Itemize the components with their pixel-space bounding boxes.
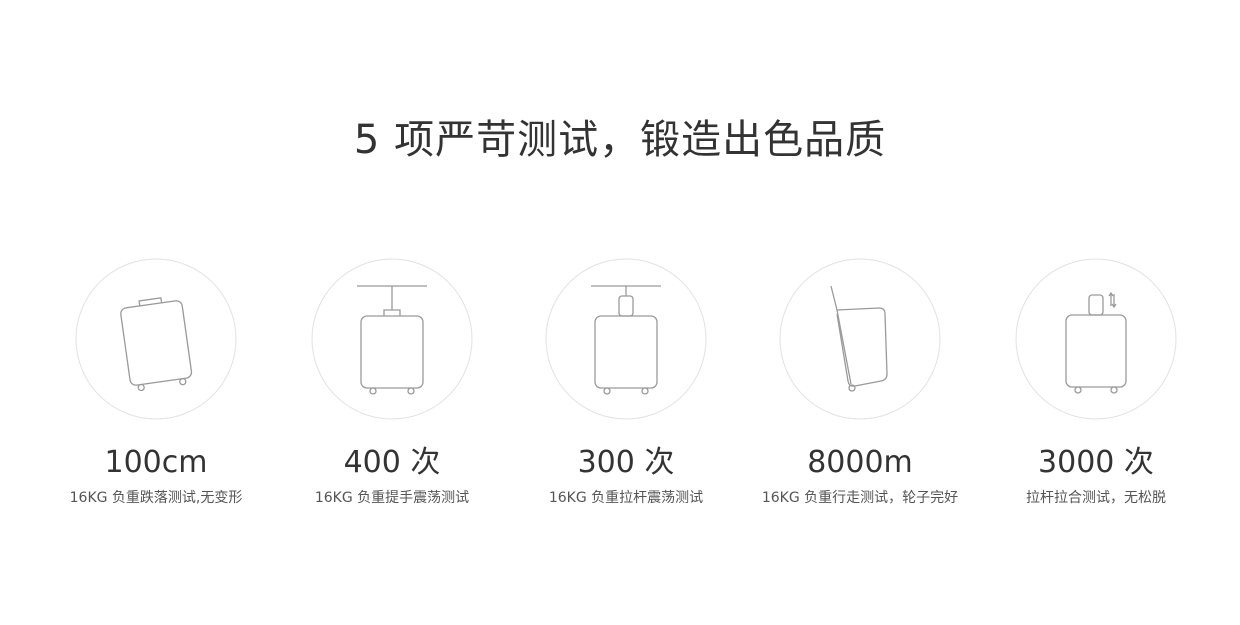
suitcase-trolley-hanging-icon	[545, 258, 707, 420]
feature-value: 3000 次	[1038, 445, 1154, 480]
suitcase-handle-hanging-icon	[311, 258, 473, 420]
feature-desc: 16KG 负重拉杆震荡测试	[548, 490, 704, 506]
feature-desc: 16KG 负重行走测试，轮子完好	[761, 490, 959, 506]
feature-value: 8000m	[807, 445, 913, 480]
feature-handle-test: 400 次 16KG 负重提手震荡测试	[272, 258, 512, 518]
tilted-suitcase-drop-icon	[75, 258, 237, 420]
feature-drop-test: 100cm 16KG 负重跌落测试,无变形	[36, 258, 276, 518]
feature-value: 300 次	[577, 445, 675, 480]
feature-desc: 16KG 负重提手震荡测试	[314, 490, 470, 506]
feature-trolley-test: 300 次 16KG 负重拉杆震荡测试	[506, 258, 746, 518]
feature-value: 100cm	[104, 445, 208, 480]
features-row: 100cm 16KG 负重跌落测试,无变形 400 次 16KG 负重提手震荡测…	[0, 258, 1240, 518]
feature-rolling-test: 8000m 16KG 负重行走测试，轮子完好	[740, 258, 980, 518]
feature-desc: 拉杆拉合测试，无松脱	[1026, 490, 1166, 506]
feature-value: 400 次	[343, 445, 441, 480]
feature-retract-test: 3000 次 拉杆拉合测试，无松脱	[976, 258, 1216, 518]
suitcase-rolling-icon	[779, 258, 941, 420]
page-title: 5 项严苛测试，锻造出色品质	[353, 117, 887, 163]
feature-desc: 16KG 负重跌落测试,无变形	[69, 490, 243, 506]
suitcase-handle-retract-icon	[1015, 258, 1177, 420]
